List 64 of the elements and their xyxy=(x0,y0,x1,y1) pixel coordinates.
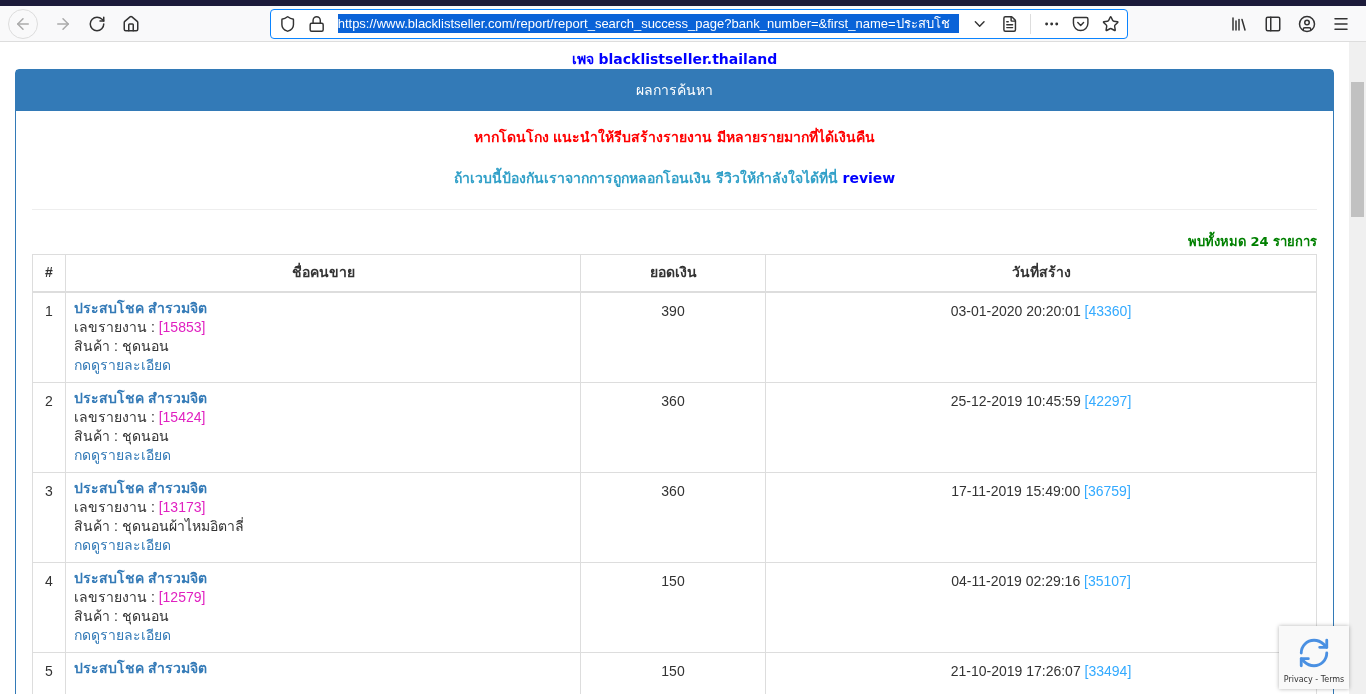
seller-name[interactable]: ประสบโชค สำรวมจิต xyxy=(74,569,207,586)
scrollbar-thumb[interactable] xyxy=(1351,82,1364,217)
url-text: https://www.blacklistseller.com/report/report_search_success_page?bank_number=&first_name=ประสบโช xyxy=(337,13,960,34)
report-number[interactable]: [12579] xyxy=(158,588,206,605)
column-header: ยอดเงิน xyxy=(580,254,766,292)
result-count: พบทั้งหมด 24 รายการ xyxy=(1187,232,1317,252)
detail-link[interactable]: กดดูรายละเอียด xyxy=(74,446,171,463)
reader-view-icon[interactable] xyxy=(1000,14,1018,33)
detail-link[interactable]: กดดูรายละเอียด xyxy=(74,536,171,553)
reload-icon[interactable] xyxy=(88,14,106,33)
address-bar[interactable]: https://www.blacklistseller.com/report/report_search_success_page?bank_number=&first_name=ประสบโช xyxy=(270,8,1128,39)
lock-icon[interactable] xyxy=(308,14,326,33)
date-text: 03-01-2020 20:20:01 xyxy=(950,303,1081,319)
column-header: วันที่สร้าง xyxy=(765,254,1317,292)
sidebar-icon[interactable] xyxy=(1264,14,1282,33)
star-icon[interactable] xyxy=(1101,14,1119,33)
report-number[interactable]: [15424] xyxy=(158,408,206,425)
review-link[interactable]: review xyxy=(842,170,896,186)
date-text: 04-11-2019 02:29:16 xyxy=(951,572,1081,589)
column-header: ชื่อคนขาย xyxy=(65,254,581,292)
date-id-link[interactable]: [35107] xyxy=(1084,572,1131,589)
date-text: 17-11-2019 15:49:00 xyxy=(951,482,1081,499)
row-number: 3 xyxy=(32,472,66,562)
product-text: สินค้า : ชุดนอน xyxy=(74,607,169,624)
seller-name[interactable]: ประสบโชค สำรวมจิต xyxy=(74,389,207,406)
amount-cell: 390 xyxy=(580,292,766,382)
seller-name[interactable]: ประสบโชค สำรวมจิต xyxy=(74,300,207,316)
warning-text: หากโดนโกง แนะนำให้รีบสร้างรายงาน มีหลายรายมากที่ได้เงินคืน xyxy=(472,127,877,147)
date-id-link[interactable]: [36759] xyxy=(1084,482,1131,499)
library-icon[interactable] xyxy=(1230,14,1248,33)
amount-cell: 150 xyxy=(580,562,766,652)
report-number[interactable]: [15853] xyxy=(158,319,206,335)
seller-name[interactable]: ประสบโชค สำรวมจิต xyxy=(74,479,207,496)
date-text: 21-10-2019 17:26:07 xyxy=(950,662,1081,679)
report-label: เลขรายงาน : xyxy=(74,498,155,515)
amount-cell: 360 xyxy=(580,472,766,562)
detail-link[interactable]: กดดูรายละเอียด xyxy=(74,357,171,373)
row-number: 4 xyxy=(32,562,66,652)
report-label: เลขรายงาน : xyxy=(74,408,155,425)
shield-icon[interactable] xyxy=(279,14,297,33)
row-number: 2 xyxy=(32,382,66,472)
report-label: เลขรายงาน : xyxy=(74,588,155,605)
seller-name[interactable]: ประสบโชค สำรวมจิต xyxy=(74,659,207,676)
scrollbar[interactable] xyxy=(1349,42,1366,694)
row-number: 5 xyxy=(32,652,66,694)
product-text: สินค้า : ชุดนอนผ้าไหมอิตาลี่ xyxy=(74,517,244,534)
page-link-text[interactable]: เพจ blacklistseller.thailand xyxy=(571,51,778,67)
product-text: สินค้า : ชุดนอน xyxy=(74,338,169,354)
amount-cell: 360 xyxy=(580,382,766,472)
home-icon[interactable] xyxy=(122,14,140,33)
report-label: เลขรายงาน : xyxy=(74,319,155,335)
date-id-link[interactable]: [33494] xyxy=(1084,662,1132,679)
privacy-terms-link[interactable]: Privacy - Terms xyxy=(1283,674,1345,686)
panel-title: ผลการค้นหา xyxy=(636,81,713,100)
column-header: # xyxy=(32,254,66,292)
review-text: ถ้าเวบนี้ป้องกันเราจากการถูกหลอกโอนเงิน รีวิวให้กำลังใจได้ที่นี่ review xyxy=(32,168,1317,189)
date-text: 25-12-2019 10:45:59 xyxy=(950,392,1081,409)
account-icon[interactable] xyxy=(1298,14,1316,33)
report-number[interactable]: [13173] xyxy=(158,498,206,515)
date-id-link[interactable]: [43360] xyxy=(1084,303,1132,319)
detail-link[interactable]: กดดูรายละเอียด xyxy=(74,626,171,643)
date-id-link[interactable]: [42297] xyxy=(1084,392,1132,409)
product-text: สินค้า : ชุดนอน xyxy=(74,427,169,444)
row-number: 1 xyxy=(32,292,66,382)
